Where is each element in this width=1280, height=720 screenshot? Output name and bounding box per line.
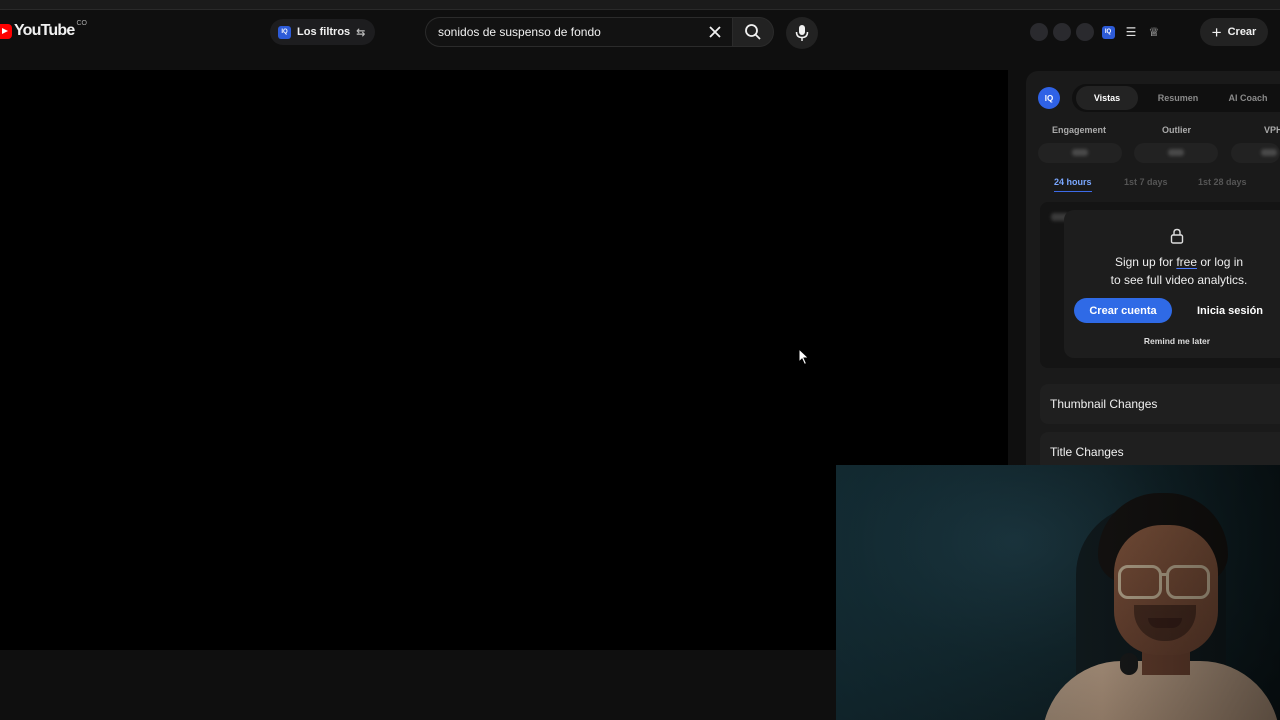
gate-text: or log in [1197,255,1244,269]
logo-text: YouTube [14,22,75,39]
signup-gate: Sign up for free or log in to see full v… [1064,210,1280,358]
list-icon[interactable]: ☰ [1122,23,1140,41]
vidiq-logo: IQ [1038,87,1060,109]
metric-engagement-value [1038,143,1122,163]
create-label: Crear [1227,26,1257,38]
trophy-icon[interactable]: ♕ [1145,23,1163,41]
extension-icon[interactable] [1076,23,1094,41]
webcam-shade [836,465,1280,720]
iq-badge: IQ [278,25,291,39]
mouse-cursor-icon [798,347,810,371]
vidiq-panel: IQ Vistas Resumen AI Coach Engagement Ou… [1026,71,1280,472]
extension-icon[interactable] [1030,23,1048,41]
search-input[interactable] [438,25,688,39]
below-video-area [0,650,836,720]
metric-vph-value [1231,143,1280,163]
search-box [425,17,732,47]
extension-icon[interactable] [1053,23,1071,41]
plus-icon: + [1211,22,1222,42]
header-right-tools: IQ ☰ ♕ [1030,19,1163,45]
mic-icon [795,25,809,41]
youtube-logo[interactable]: YouTube CO [0,19,87,40]
youtube-header: YouTube CO IQ Los filtros ⇆ IQ ☰ ♕ + Cre… [0,10,1280,56]
thumbnail-changes-section[interactable]: Thumbnail Changes [1040,384,1280,424]
lock-icon [1170,228,1184,249]
gate-text-line1: Sign up for free or log in [1064,255,1280,269]
gate-text-line2: to see full video analytics. [1110,273,1248,287]
create-account-button[interactable]: Crear cuenta [1074,298,1172,323]
search-icon [745,24,761,40]
search-button[interactable] [732,17,774,47]
iq-extension-button[interactable]: IQ [1099,23,1117,41]
gate-text: Sign up for [1114,255,1177,269]
metric-outlier-label: Outlier [1162,125,1192,135]
panel-tabs: Vistas Resumen AI Coach [1072,84,1280,112]
browser-top-strip [0,0,1280,10]
metric-engagement-label: Engagement [1052,125,1107,135]
tab-ai-coach[interactable]: AI Coach [1218,84,1278,112]
range-7-days[interactable]: 1st 7 days [1124,177,1168,187]
active-range-underline [1054,191,1092,192]
range-24-hours[interactable]: 24 hours [1054,177,1092,187]
range-28-days[interactable]: 1st 28 days [1198,177,1247,187]
metric-vph-label: VPH [1264,125,1280,135]
close-icon[interactable] [706,23,724,41]
tab-resumen[interactable]: Resumen [1148,84,1208,112]
filter-sliders-icon: ⇆ [356,26,366,39]
filters-button[interactable]: IQ Los filtros ⇆ [270,19,376,45]
tab-vistas[interactable]: Vistas [1076,86,1138,110]
create-button[interactable]: + Crear [1200,18,1268,46]
gate-free-link[interactable]: free [1176,255,1197,269]
iq-badge: IQ [1101,25,1115,39]
login-button[interactable]: Inicia sesión [1180,298,1280,323]
remind-me-later-link[interactable]: Remind me later [1064,336,1280,346]
filters-label: Los filtros [297,26,351,38]
voice-search-button[interactable] [786,17,818,49]
logo-country-code: CO [76,19,87,27]
webcam-overlay [836,465,1280,720]
youtube-logo-icon [0,23,12,39]
metric-outlier-value [1134,143,1218,163]
